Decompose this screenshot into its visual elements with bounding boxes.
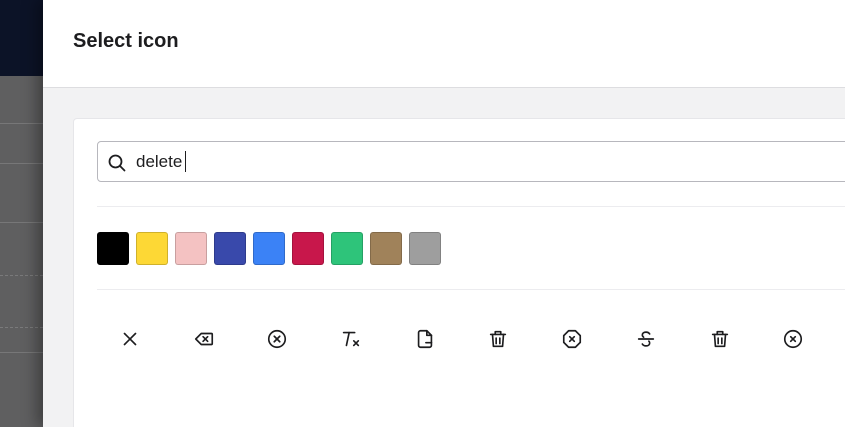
color-swatch-green[interactable] bbox=[331, 232, 363, 265]
x-icon[interactable] bbox=[110, 319, 150, 359]
circle-x-outline-icon[interactable] bbox=[773, 319, 813, 359]
background-app bbox=[0, 0, 43, 427]
background-divider bbox=[0, 163, 43, 164]
color-swatch-pink[interactable] bbox=[175, 232, 207, 265]
clear-formatting-icon[interactable] bbox=[331, 319, 371, 359]
background-divider bbox=[0, 275, 43, 276]
trash-icon[interactable] bbox=[478, 319, 518, 359]
strikethrough-icon[interactable] bbox=[626, 319, 666, 359]
background-divider bbox=[0, 123, 43, 124]
icon-picker-card bbox=[73, 118, 845, 427]
drawer-header: Select icon bbox=[43, 0, 845, 88]
section-divider bbox=[97, 206, 845, 207]
circle-x-icon[interactable] bbox=[257, 319, 297, 359]
search-input[interactable] bbox=[136, 146, 736, 178]
file-minus-icon[interactable] bbox=[405, 319, 445, 359]
background-topbar bbox=[0, 0, 43, 76]
color-swatch-indigo[interactable] bbox=[214, 232, 246, 265]
background-divider bbox=[0, 352, 43, 353]
drawer-title: Select icon bbox=[73, 30, 179, 52]
background-divider bbox=[0, 327, 43, 328]
search-icon bbox=[107, 153, 127, 173]
color-swatch-blue[interactable] bbox=[253, 232, 285, 265]
background-divider bbox=[0, 222, 43, 223]
octagon-x-icon[interactable] bbox=[552, 319, 592, 359]
backspace-icon[interactable] bbox=[184, 319, 224, 359]
color-swatches bbox=[97, 232, 441, 266]
color-swatch-crimson[interactable] bbox=[292, 232, 324, 265]
select-icon-drawer: Select icon bbox=[43, 0, 845, 427]
color-swatch-black[interactable] bbox=[97, 232, 129, 265]
section-divider bbox=[97, 289, 845, 290]
search-field[interactable] bbox=[97, 141, 845, 182]
trash-2-icon[interactable] bbox=[700, 319, 740, 359]
color-swatch-gray[interactable] bbox=[409, 232, 441, 265]
color-swatch-brown[interactable] bbox=[370, 232, 402, 265]
color-swatch-yellow[interactable] bbox=[136, 232, 168, 265]
text-caret bbox=[185, 151, 186, 172]
